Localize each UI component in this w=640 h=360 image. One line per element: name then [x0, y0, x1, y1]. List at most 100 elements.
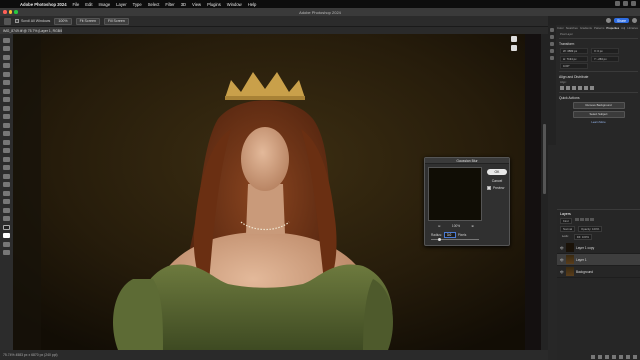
- adjustments-icon[interactable]: [550, 42, 554, 46]
- new-layer-icon[interactable]: [626, 354, 630, 359]
- share-button[interactable]: Share: [613, 18, 629, 23]
- document-tab[interactable]: IMG_8749.tif @ 75.7% (Layer 1, RGB/8*): [0, 27, 62, 34]
- history-brush-tool-icon[interactable]: [3, 122, 10, 128]
- preview-option[interactable]: Preview: [487, 186, 504, 190]
- filter-pixel-icon[interactable]: [574, 218, 579, 221]
- y-field[interactable]: Y: -263 px: [591, 55, 619, 62]
- radius-slider-handle[interactable]: [438, 237, 442, 241]
- close-icon[interactable]: [3, 10, 7, 14]
- filter-adjust-icon[interactable]: [579, 218, 584, 221]
- rectangle-tool-icon[interactable]: [3, 190, 10, 196]
- screen-mode-icon[interactable]: [3, 250, 10, 255]
- menu-type[interactable]: Type: [133, 2, 142, 7]
- select-subject-button[interactable]: Select Subject: [572, 110, 625, 118]
- brush-tool-icon[interactable]: [3, 105, 10, 111]
- layer-row[interactable]: 👁 Layer 1: [557, 254, 640, 266]
- filter-shape-icon[interactable]: [589, 218, 594, 221]
- minimize-icon[interactable]: [8, 10, 12, 14]
- menu-window[interactable]: Window: [227, 2, 242, 7]
- search-icon[interactable]: [605, 18, 611, 23]
- menu-edit[interactable]: Edit: [85, 2, 92, 7]
- tab-adjustments[interactable]: Adj: [621, 26, 625, 32]
- tab-libraries[interactable]: Libraries: [627, 26, 638, 32]
- zoom-out-icon[interactable]: ⊖: [438, 224, 441, 228]
- menu-view[interactable]: View: [192, 2, 201, 7]
- foreground-color-swatch[interactable]: [3, 224, 10, 230]
- preview-checkbox[interactable]: [487, 186, 491, 190]
- align-left-icon[interactable]: [560, 85, 564, 90]
- align-center-icon[interactable]: [566, 85, 570, 90]
- paragraph-icon[interactable]: [550, 56, 554, 60]
- remove-background-button[interactable]: Remove Background: [572, 101, 625, 109]
- menu-filter[interactable]: Filter: [165, 2, 174, 7]
- menu-file[interactable]: File: [73, 2, 80, 7]
- maximize-icon[interactable]: [14, 10, 18, 14]
- zoom-100-button[interactable]: 100%: [54, 17, 72, 25]
- fill-screen-button[interactable]: Fill Screen: [103, 17, 129, 25]
- adjustment-layer-icon[interactable]: [612, 354, 616, 359]
- fill-field[interactable]: Fill: 100%: [573, 234, 592, 240]
- clone-stamp-tool-icon[interactable]: [3, 114, 10, 119]
- hand-tool-icon[interactable]: [4, 17, 11, 25]
- opacity-field[interactable]: Opacity: 100%: [578, 226, 603, 232]
- tab-gradients[interactable]: Gradients: [580, 26, 592, 32]
- eyedropper-tool-icon[interactable]: [3, 88, 10, 94]
- angle-field[interactable]: 0.00°: [560, 63, 588, 69]
- trash-icon[interactable]: [633, 354, 637, 359]
- more-tools-icon[interactable]: [3, 216, 10, 221]
- workspace-icon[interactable]: [632, 18, 637, 23]
- width-field[interactable]: W: 4583 px: [560, 48, 588, 54]
- menu-plugins[interactable]: Plugins: [207, 2, 221, 7]
- quick-mask-icon[interactable]: [3, 241, 10, 247]
- move-tool-icon[interactable]: [3, 37, 10, 43]
- radius-input[interactable]: 3.0: [443, 232, 456, 238]
- wifi-icon[interactable]: [615, 1, 620, 6]
- scroll-all-windows-option[interactable]: Scroll All Windows: [15, 19, 50, 23]
- layer-kind-select[interactable]: Kind: [560, 218, 572, 224]
- background-color-swatch[interactable]: [3, 233, 10, 238]
- learn-more-button[interactable]: Learn More: [573, 120, 625, 125]
- fit-screen-button[interactable]: Fit Screen: [75, 17, 100, 25]
- libraries-icon[interactable]: [550, 49, 554, 53]
- blend-mode-select[interactable]: Normal: [560, 226, 576, 232]
- tab-color[interactable]: Color: [557, 26, 564, 32]
- zoom-in-icon[interactable]: ⊕: [471, 224, 474, 228]
- app-name[interactable]: Adobe Photoshop 2024: [20, 2, 67, 7]
- eye-icon[interactable]: 👁: [560, 270, 564, 274]
- collapse-panel-icon[interactable]: [511, 36, 517, 42]
- height-field[interactable]: H: 7134 px: [560, 55, 588, 62]
- lasso-tool-icon[interactable]: [3, 54, 10, 60]
- align-top-icon[interactable]: [578, 85, 582, 90]
- hand-tool-icon[interactable]: [3, 199, 10, 204]
- vertical-scrollbar[interactable]: [541, 34, 548, 350]
- layer-row[interactable]: 👁 Layer 1 copy: [557, 242, 640, 254]
- radius-slider[interactable]: [431, 237, 479, 241]
- crop-tool-icon[interactable]: [3, 71, 10, 77]
- type-tool-icon[interactable]: [3, 173, 10, 179]
- add-mask-icon[interactable]: [605, 354, 609, 359]
- menu-layer[interactable]: Layer: [116, 2, 126, 7]
- scroll-thumb[interactable]: [543, 124, 546, 194]
- play-icon[interactable]: [511, 45, 517, 51]
- menu-select[interactable]: Select: [148, 2, 160, 7]
- control-center-icon[interactable]: [631, 1, 636, 6]
- eraser-tool-icon[interactable]: [3, 131, 10, 136]
- blur-tool-icon[interactable]: [3, 148, 10, 153]
- align-right-icon[interactable]: [572, 85, 576, 90]
- layer-row[interactable]: 👁 Background: [557, 266, 640, 278]
- align-middle-icon[interactable]: [584, 85, 588, 90]
- battery-icon[interactable]: [623, 1, 628, 6]
- zoom-tool-icon[interactable]: [3, 207, 10, 213]
- cancel-button[interactable]: Cancel: [487, 178, 507, 184]
- marquee-tool-icon[interactable]: [3, 46, 10, 51]
- x-field[interactable]: X: 0 px: [591, 48, 619, 54]
- properties-icon[interactable]: [550, 35, 554, 39]
- eye-icon[interactable]: 👁: [560, 258, 564, 262]
- align-bottom-icon[interactable]: [590, 85, 594, 90]
- tab-patterns[interactable]: Patterns: [594, 26, 604, 32]
- tab-swatches[interactable]: Swatches: [566, 26, 578, 32]
- menu-image[interactable]: Image: [99, 2, 111, 7]
- menu-help[interactable]: Help: [248, 2, 257, 7]
- history-icon[interactable]: [550, 28, 554, 32]
- tab-properties[interactable]: Properties: [606, 26, 619, 32]
